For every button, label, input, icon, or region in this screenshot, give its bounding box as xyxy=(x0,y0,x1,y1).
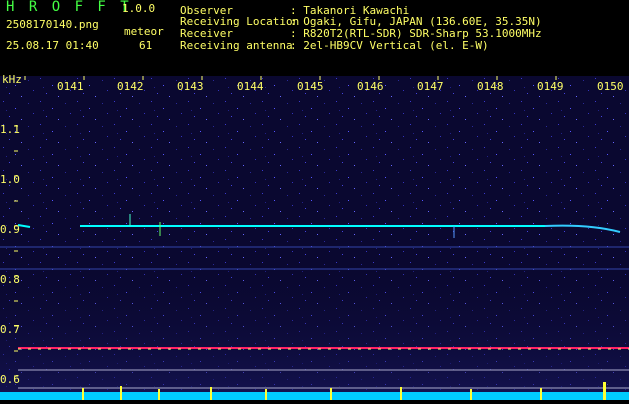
meteor-count: 61 xyxy=(139,39,153,52)
antenna-value: : 2el-HB9CV Vertical (el. E-W) xyxy=(290,39,489,52)
waterfall-spectrogram: kHz 0141 0142 0143 0144 0145 0146 0147 0… xyxy=(0,73,629,400)
x-tick-label: 0143 xyxy=(177,80,204,93)
spectrogram-svg xyxy=(0,76,629,400)
y-tick-label: 0.6 xyxy=(0,373,20,386)
filename-label: 2508170140.png xyxy=(6,18,99,31)
y-tick-label: 0.9 xyxy=(0,223,20,236)
app-title: H R O F F T xyxy=(6,0,132,15)
x-tick-label: 0141 xyxy=(57,80,84,93)
datetime-label: 25.08.17 01:40 xyxy=(6,39,99,52)
x-tick-label: 0144 xyxy=(237,80,264,93)
header-panel: H R O F F T 1.0.0 2508170140.png meteor … xyxy=(0,0,629,76)
y-tick-label: 0.8 xyxy=(0,273,20,286)
x-tick-label: 0145 xyxy=(297,80,324,93)
y-tick-label: 1.1 xyxy=(0,123,20,136)
version-label: 1.0.0 xyxy=(122,2,156,15)
x-tick-label: 0147 xyxy=(417,80,444,93)
y-tick-label: 1.0 xyxy=(0,173,20,186)
x-tick-label: 0142 xyxy=(117,80,144,93)
x-tick-label: 0148 xyxy=(477,80,504,93)
meteor-label: meteor xyxy=(124,25,164,38)
antenna-key: Receiving antenna xyxy=(180,39,293,52)
y-axis-unit: kHz xyxy=(2,73,22,86)
x-tick-label: 0150 xyxy=(597,80,624,93)
y-tick-label: 0.7 xyxy=(0,323,20,336)
x-tick-label: 0146 xyxy=(357,80,384,93)
x-tick-label: 0149 xyxy=(537,80,564,93)
power-bar-base xyxy=(0,392,629,400)
